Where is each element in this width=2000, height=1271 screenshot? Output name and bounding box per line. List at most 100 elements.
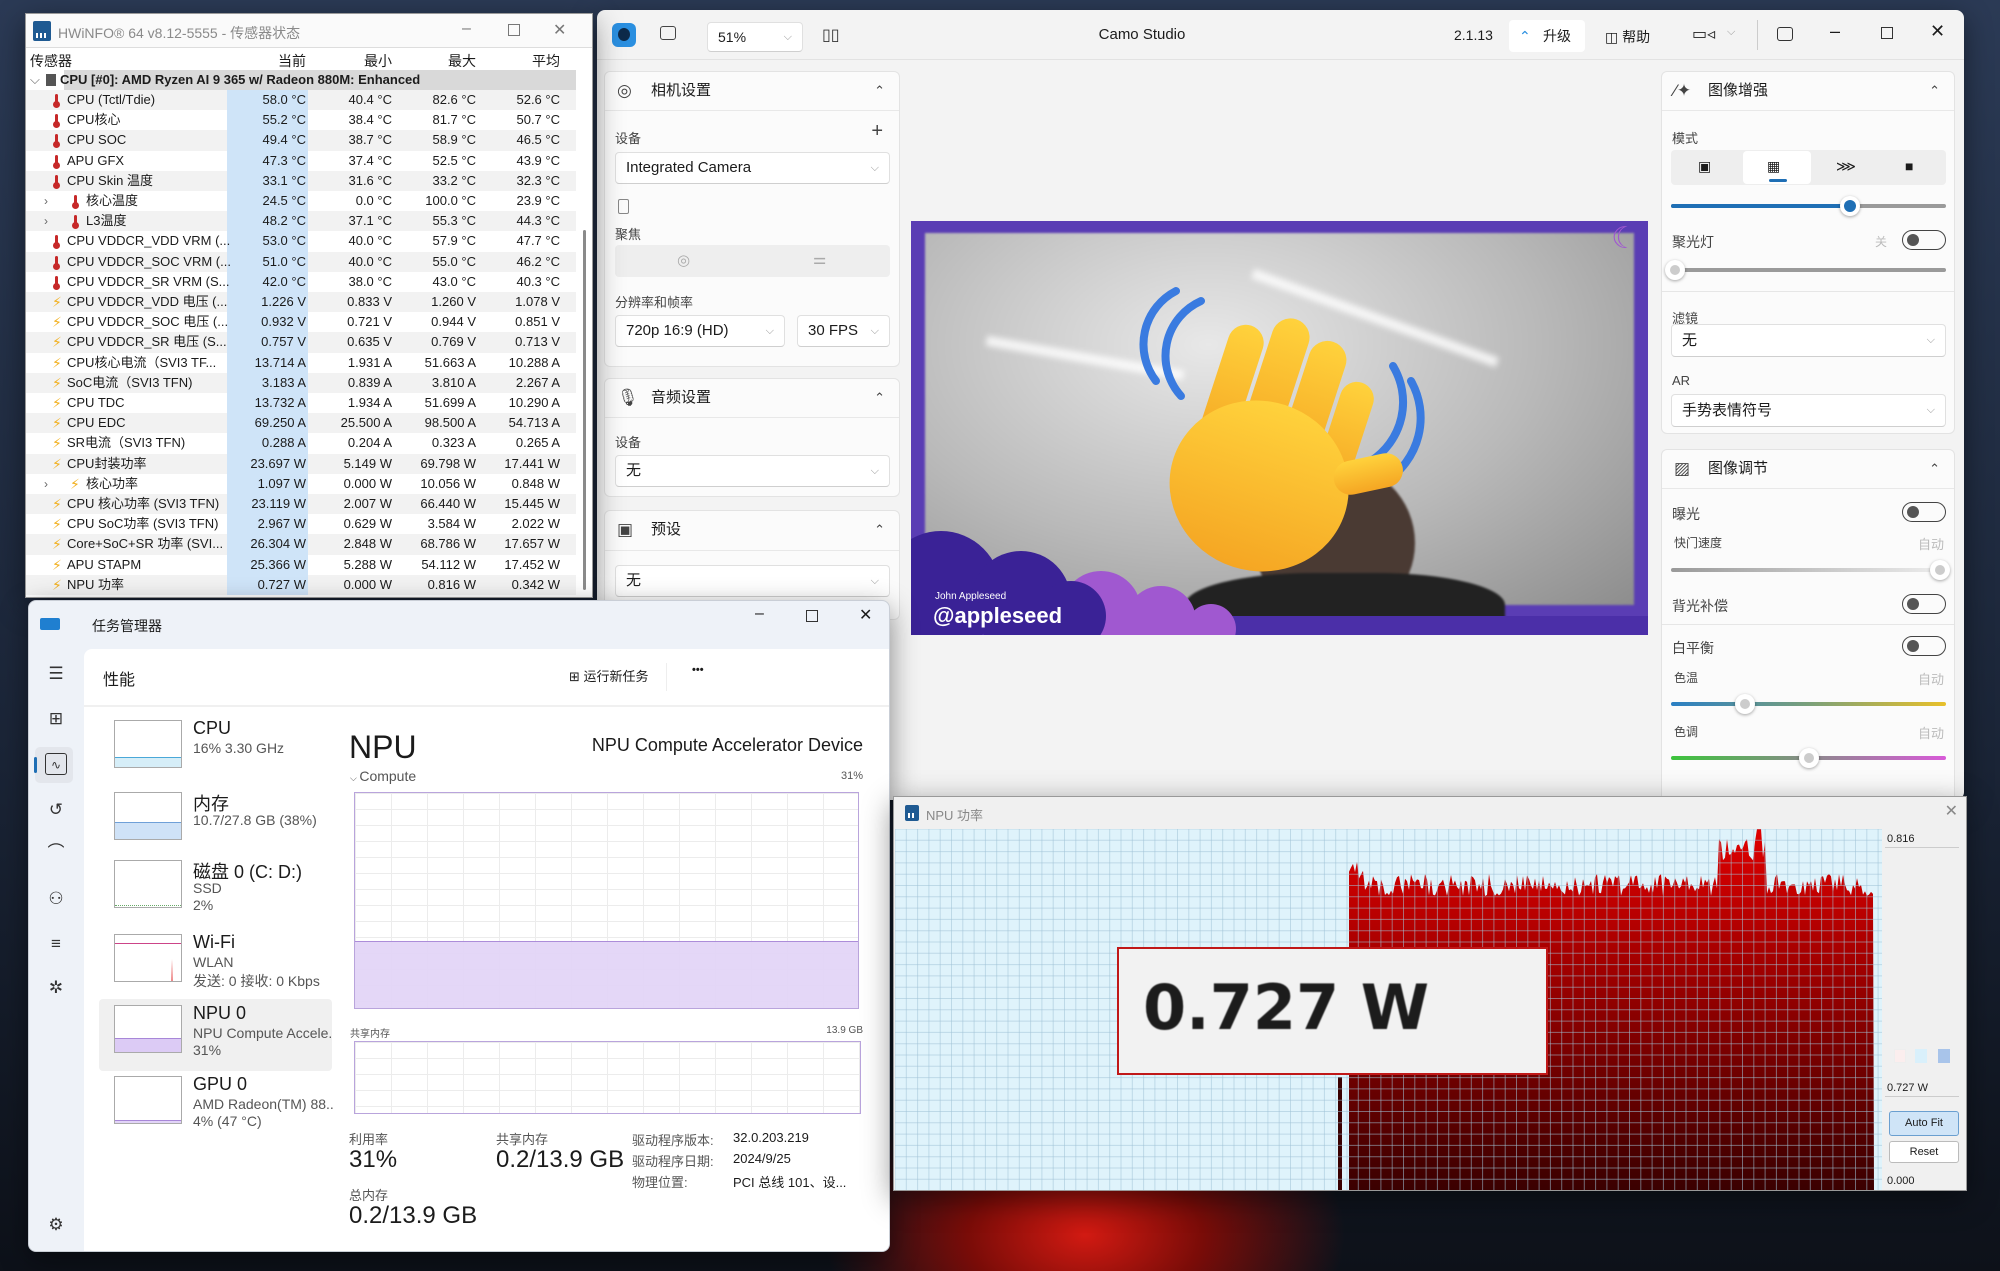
sensor-row[interactable]: CPU核心 55.2 °C 38.4 °C 81.7 °C 50.7 °C	[26, 110, 576, 131]
details-icon[interactable]: ≡	[45, 933, 67, 955]
camera-source-icon[interactable]: ▭◃	[1692, 24, 1715, 44]
minimize-button[interactable]: –	[1830, 21, 1840, 42]
chevron-right-icon[interactable]: ›	[44, 191, 48, 211]
close-button[interactable]: ✕	[859, 605, 872, 625]
shutter-speed-slider[interactable]	[1671, 560, 1950, 580]
run-new-task-button[interactable]: ⊞ 运行新任务	[569, 666, 649, 685]
sensor-row[interactable]: ⚡ CPU SoC功率 (SVI3 TFN) 2.967 W 0.629 W 3.584…	[26, 514, 576, 535]
sensor-row[interactable]: ⚡ CPU VDDCR_SR 电压 (S... 0.757 V 0.635 V 0.76…	[26, 332, 576, 353]
sensor-row[interactable]: ⚡ SR电流（SVI3 TFN) 0.288 A 0.204 A 0.323 A 0.26…	[26, 433, 576, 454]
hide-background-icon[interactable]: ■	[1905, 158, 1913, 174]
color-temp-slider[interactable]	[1671, 694, 1946, 714]
camera-device-dropdown[interactable]: Integrated Camera ⌵	[615, 152, 890, 184]
perf-item-wifi[interactable]: Wi-Fi WLAN 发送: 0 接收: 0 Kbps	[99, 928, 332, 1000]
color-swatch-grid[interactable]	[1938, 1049, 1950, 1063]
more-options-button[interactable]: •••	[692, 664, 704, 676]
image-enhance-header[interactable]: ⁄✦ 图像增强 ⌃	[1662, 72, 1954, 111]
column-min[interactable]: 最小	[312, 51, 392, 71]
sensor-row[interactable]: › L3温度 48.2 °C 37.1 °C 55.3 °C 44.3 °C	[26, 211, 576, 232]
perf-item-mem[interactable]: 内存 10.7/27.8 GB (38%)	[99, 786, 332, 858]
help-button[interactable]: ◫ 帮助	[1605, 27, 1650, 47]
sensor-row[interactable]: CPU Skin 温度 33.1 °C 31.6 °C 33.2 °C 32.3 °C	[26, 170, 576, 191]
backlight-toggle[interactable]	[1902, 594, 1946, 614]
perf-item-cpu[interactable]: CPU 16% 3.30 GHz	[99, 714, 332, 786]
sensor-row[interactable]: CPU VDDCR_SOC VRM (... 51.0 °C 40.0 °C 55.0…	[26, 251, 576, 272]
sensor-row[interactable]: ⚡ CPU封装功率 23.697 W 5.149 W 69.798 W 17.441 W	[26, 453, 576, 474]
resolution-dropdown[interactable]: 720p 16:9 (HD) ⌵	[615, 315, 785, 347]
scrollbar[interactable]	[582, 70, 588, 595]
close-button[interactable]: ✕	[553, 20, 566, 40]
minimize-button[interactable]: –	[755, 605, 764, 623]
column-max[interactable]: 最大	[396, 51, 476, 71]
maximize-button[interactable]	[1881, 27, 1893, 39]
mode-intensity-slider[interactable]	[1671, 196, 1946, 216]
sensor-row[interactable]: ⚡ CPU核心电流（SVI3 TF... 13.714 A 1.931 A 51.663…	[26, 352, 576, 373]
maximize-button[interactable]	[508, 24, 520, 36]
blur-background-icon[interactable]: ▦	[1767, 158, 1780, 175]
sensor-row[interactable]: CPU VDDCR_VDD VRM (... 53.0 °C 40.0 °C 57.9…	[26, 231, 576, 252]
sidebar-toggle-icon[interactable]	[660, 26, 676, 40]
focus-mode-segmented[interactable]: ◎ ⚌	[615, 245, 890, 277]
sensor-row[interactable]: ⚡ CPU EDC 69.250 A 25.500 A 98.500 A 54.713 A	[26, 413, 576, 434]
bokeh-mode-icon[interactable]: ⋙	[1836, 158, 1856, 175]
white-balance-toggle[interactable]	[1902, 636, 1946, 656]
chevron-right-icon[interactable]: ›	[44, 474, 48, 494]
manual-focus-sliders-icon[interactable]: ⚌	[813, 250, 826, 268]
column-current[interactable]: 当前	[226, 51, 306, 71]
sensor-row[interactable]: › ⚡ 核心功率 1.097 W 0.000 W 10.056 W 0.848 W	[26, 473, 576, 494]
exposure-toggle[interactable]	[1902, 502, 1946, 522]
pause-icon[interactable]: ▯▯	[822, 25, 840, 45]
startup-apps-icon[interactable]: ⌒	[45, 842, 67, 864]
sensor-row[interactable]: ⚡ CPU VDDCR_SOC 电压 (... 0.932 V 0.721 V 0.94…	[26, 312, 576, 333]
sensor-row[interactable]: CPU SOC 49.4 °C 38.7 °C 58.9 °C 46.5 °C	[26, 130, 576, 151]
app-history-icon[interactable]: ↺	[45, 799, 67, 821]
autofocus-icon[interactable]: ◎	[677, 251, 690, 269]
lock-icon[interactable]	[618, 199, 629, 214]
add-device-icon[interactable]: +	[871, 120, 883, 143]
close-button[interactable]: ✕	[1945, 801, 1958, 821]
reset-button[interactable]: Reset	[1889, 1141, 1959, 1163]
spotlight-slider[interactable]	[1665, 260, 1946, 280]
zoom-dropdown[interactable]: 51% ⌵	[707, 22, 803, 52]
chevron-down-icon[interactable]: ⌵	[1727, 26, 1735, 39]
portrait-mode-icon[interactable]: ▣	[1698, 158, 1711, 175]
performance-icon[interactable]: ∿	[45, 753, 67, 775]
users-icon[interactable]: ⚇	[45, 888, 67, 910]
column-sensor[interactable]: 传感器	[30, 51, 72, 71]
sensor-row[interactable]: ⚡ NPU 功率 0.727 W 0.000 W 0.816 W 0.342 W	[26, 574, 576, 595]
filter-dropdown[interactable]: 无 ⌵	[1671, 324, 1946, 357]
settings-gear-icon[interactable]: ⚙	[45, 1214, 67, 1236]
chevron-down-icon[interactable]: ⌵	[30, 70, 40, 90]
color-swatch-light[interactable]	[1894, 1049, 1906, 1063]
preset-dropdown[interactable]: 无 ⌵	[615, 565, 890, 597]
perf-item-disk[interactable]: 磁盘 0 (C: D:) SSD 2%	[99, 854, 332, 926]
sensor-row[interactable]: APU GFX 47.3 °C 37.4 °C 52.5 °C 43.9 °C	[26, 150, 576, 171]
services-icon[interactable]: ✲	[45, 977, 67, 999]
sensor-group-cpu[interactable]: ⌵ CPU [#0]: AMD Ryzen AI 9 365 w/ Radeon…	[26, 70, 576, 90]
hamburger-menu-icon[interactable]: ☰	[45, 663, 67, 685]
tint-slider[interactable]	[1671, 748, 1946, 768]
sensor-row[interactable]: ⚡ CPU VDDCR_VDD 电压 (... 1.226 V 0.833 V 1.26…	[26, 292, 576, 313]
spotlight-toggle[interactable]	[1902, 230, 1946, 250]
mode-segmented[interactable]: ▣ ▦ ⋙ ■	[1671, 150, 1946, 185]
sensor-row[interactable]: CPU (Tctl/Tdie) 58.0 °C 40.4 °C 82.6 °C 52.6…	[26, 90, 576, 111]
sensor-row[interactable]: ⚡ SoC电流（SVI3 TFN) 3.183 A 0.839 A 3.810 A 2.2…	[26, 372, 576, 393]
upgrade-button[interactable]: ⌃ 升级	[1509, 20, 1585, 52]
sensor-row[interactable]: ⚡ CPU TDC 13.732 A 1.934 A 51.699 A 10.290 A	[26, 393, 576, 414]
perf-item-npu[interactable]: NPU 0 NPU Compute Accele. 31%	[99, 999, 332, 1071]
image-adjust-header[interactable]: ▨ 图像调节 ⌃	[1662, 450, 1954, 489]
color-swatch-bg[interactable]	[1915, 1049, 1927, 1063]
sensor-row[interactable]: ⚡ CPU 核心功率 (SVI3 TFN) 23.119 W 2.007 W 66.44…	[26, 494, 576, 515]
sensor-row[interactable]: CPU VDDCR_SR VRM (S... 42.0 °C 38.0 °C 43.0…	[26, 271, 576, 292]
compute-engine-selector[interactable]: ⌵ Compute	[350, 768, 416, 784]
audio-device-dropdown[interactable]: 无 ⌵	[615, 455, 890, 487]
fps-dropdown[interactable]: 30 FPS ⌵	[797, 315, 890, 347]
processes-icon[interactable]: ⊞	[45, 708, 67, 730]
panel-toggle-icon[interactable]	[1777, 27, 1793, 41]
column-avg[interactable]: 平均	[480, 51, 560, 71]
audio-settings-header[interactable]: 🎙︎ 音频设置 ⌃	[605, 379, 899, 418]
perf-item-gpu[interactable]: GPU 0 AMD Radeon(TM) 88.. 4% (47 °C)	[99, 1070, 334, 1142]
preset-header[interactable]: ▣ 预设 ⌃	[605, 511, 899, 551]
sensor-row[interactable]: ⚡ APU STAPM 25.366 W 5.288 W 54.112 W 17.452 …	[26, 554, 576, 575]
close-button[interactable]: ✕	[1930, 21, 1945, 42]
